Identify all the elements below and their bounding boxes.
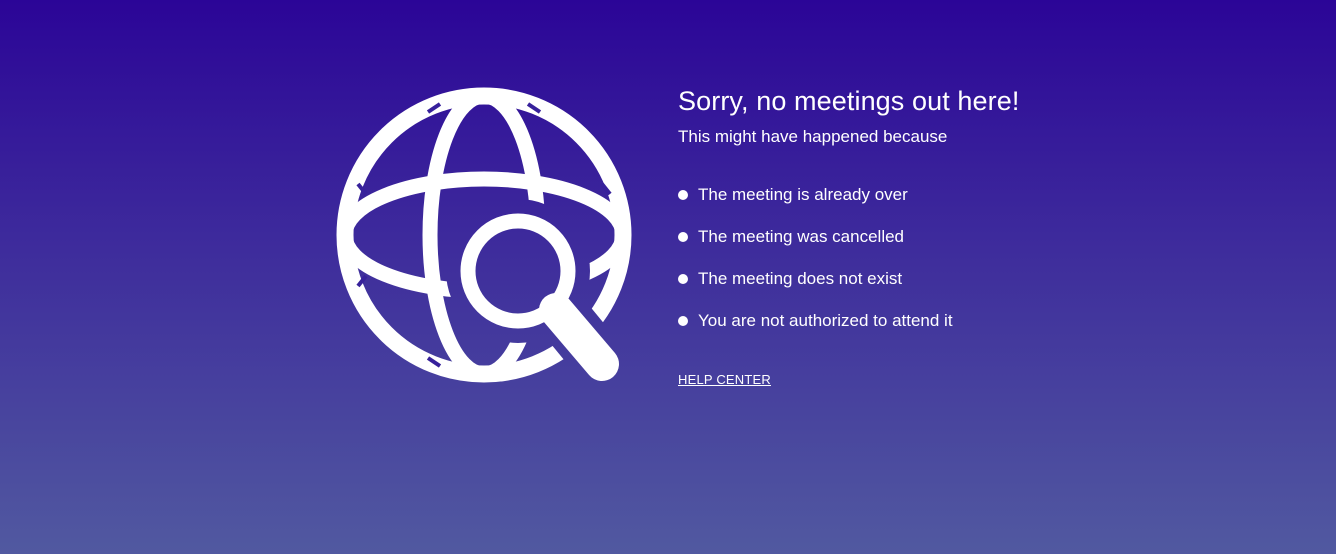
list-item: The meeting does not exist bbox=[678, 258, 1238, 300]
globe-search-icon bbox=[336, 86, 634, 386]
reason-label: The meeting was cancelled bbox=[698, 227, 905, 246]
reason-label: You are not authorized to attend it bbox=[698, 311, 953, 330]
bullet-icon bbox=[678, 232, 688, 242]
help-center-link[interactable]: HELP CENTER bbox=[678, 372, 771, 387]
error-message-panel: Sorry, no meetings out here! This might … bbox=[678, 84, 1238, 389]
reasons-list: The meeting is already over The meeting … bbox=[678, 174, 1238, 342]
bullet-icon bbox=[678, 274, 688, 284]
reason-label: The meeting is already over bbox=[698, 185, 908, 204]
list-item: You are not authorized to attend it bbox=[678, 300, 1238, 342]
page-subtitle: This might have happened because bbox=[678, 127, 948, 146]
bullet-icon bbox=[678, 190, 688, 200]
list-item: The meeting is already over bbox=[678, 174, 1238, 216]
page-title: Sorry, no meetings out here! bbox=[678, 86, 1020, 116]
bullet-icon bbox=[678, 316, 688, 326]
list-item: The meeting was cancelled bbox=[678, 216, 1238, 258]
reason-label: The meeting does not exist bbox=[698, 269, 903, 288]
